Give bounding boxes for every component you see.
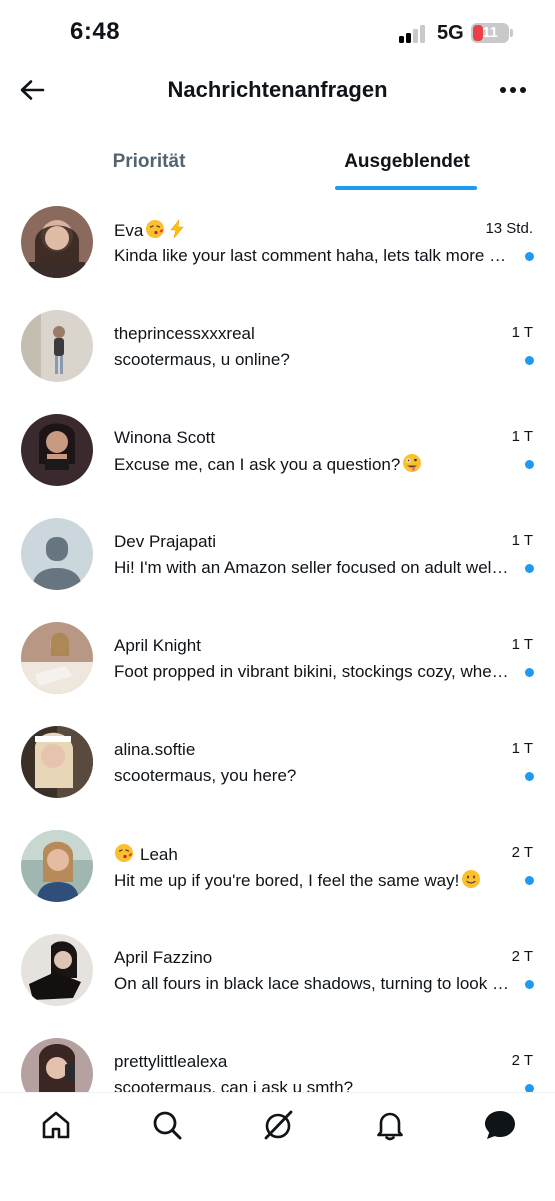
message-time: 2 T xyxy=(511,948,533,965)
sender-name: theprincessxxxreal xyxy=(114,324,255,343)
message-time: 2 T xyxy=(511,844,533,861)
message-time: 1 T xyxy=(511,324,533,341)
page-title: Nachrichtenanfragen xyxy=(167,77,388,102)
tab-hidden[interactable]: Ausgeblendet xyxy=(318,140,496,190)
message-time: 1 T xyxy=(511,532,533,549)
network-type: 5G xyxy=(437,22,464,44)
avatar xyxy=(21,310,93,382)
sender-name: Winona Scott xyxy=(114,428,216,447)
sender-name: prettylittlealexa xyxy=(114,1052,228,1071)
message-preview: scootermaus, can i ask u smth? xyxy=(114,1078,354,1092)
unread-dot xyxy=(525,460,534,469)
unread-dot xyxy=(525,356,534,365)
list-item[interactable]: Winona Scott 1 T Excuse me, can I ask yo… xyxy=(0,408,555,512)
message-time: 2 T xyxy=(511,1052,533,1069)
avatar xyxy=(21,414,93,486)
sender-name: Leah xyxy=(140,845,178,864)
active-tab-indicator xyxy=(335,186,477,190)
unread-dot xyxy=(525,564,534,573)
tab-bar: Priorität Ausgeblendet xyxy=(0,140,555,190)
sender-name: alina.softie xyxy=(114,740,196,759)
list-item[interactable]: April Knight 1 T Foot propped in vibrant… xyxy=(0,616,555,720)
list-item[interactable]: Eva 13 Std. Kinda like your last comment… xyxy=(0,200,555,304)
unread-dot xyxy=(525,1084,534,1092)
notifications-icon[interactable] xyxy=(372,1107,408,1143)
list-item[interactable]: Dev Prajapati 1 T Hi! I'm with an Amazon… xyxy=(0,512,555,616)
back-arrow-icon[interactable] xyxy=(18,76,46,104)
kiss-emoji-icon xyxy=(145,219,165,245)
avatar xyxy=(21,206,93,278)
message-preview: Foot propped in vibrant bikini, stocking… xyxy=(114,662,512,681)
message-preview: Excuse me, can I ask you a question? xyxy=(114,455,401,474)
list-item[interactable]: prettylittlealexa 2 T scootermaus, can i… xyxy=(0,1032,555,1092)
sender-name: April Knight xyxy=(114,636,201,655)
home-icon[interactable] xyxy=(38,1107,74,1143)
battery-level: 11 xyxy=(482,24,498,41)
message-time: 1 T xyxy=(511,636,533,653)
message-preview: Kinda like your last comment haha, lets … xyxy=(114,246,512,265)
sender-name: April Fazzino xyxy=(114,948,213,967)
lightning-emoji-icon xyxy=(169,218,185,245)
battery-icon: 11 xyxy=(471,23,509,43)
message-time: 13 Std. xyxy=(485,220,533,237)
message-preview: scootermaus, u online? xyxy=(114,350,290,369)
tab-priority[interactable]: Priorität xyxy=(60,140,238,190)
status-time: 6:48 xyxy=(70,18,121,45)
list-item[interactable]: theprincessxxxreal 1 T scootermaus, u on… xyxy=(0,304,555,408)
smile-emoji-icon xyxy=(461,869,481,895)
avatar xyxy=(21,726,93,798)
message-preview: Hit me up if you're bored, I feel the sa… xyxy=(114,871,460,890)
unread-dot xyxy=(525,980,534,989)
message-preview: Hi! I'm with an Amazon seller focused on… xyxy=(114,558,512,577)
avatar xyxy=(21,622,93,694)
unread-dot xyxy=(525,668,534,677)
kiss-emoji-icon xyxy=(114,843,134,869)
avatar xyxy=(21,934,93,1006)
more-options-icon[interactable] xyxy=(496,76,530,104)
grok-icon[interactable] xyxy=(260,1107,296,1143)
search-icon[interactable] xyxy=(149,1107,185,1143)
sender-name: Eva xyxy=(114,221,144,240)
unread-dot xyxy=(525,252,534,261)
message-preview: scootermaus, you here? xyxy=(114,766,297,785)
bottom-navigation xyxy=(0,1092,555,1201)
unread-dot xyxy=(525,772,534,781)
list-item[interactable]: Leah 2 T Hit me up if you're bored, I fe… xyxy=(0,824,555,928)
message-time: 1 T xyxy=(511,428,533,445)
cellular-signal-icon xyxy=(399,23,429,43)
avatar xyxy=(21,1038,93,1092)
messages-icon[interactable] xyxy=(482,1107,518,1143)
default-avatar-icon xyxy=(21,518,93,590)
zany-face-emoji-icon xyxy=(402,453,422,479)
message-request-list: Eva 13 Std. Kinda like your last comment… xyxy=(0,200,555,1092)
list-item[interactable]: April Fazzino 2 T On all fours in black … xyxy=(0,928,555,1032)
unread-dot xyxy=(525,876,534,885)
avatar xyxy=(21,830,93,902)
message-time: 1 T xyxy=(511,740,533,757)
sender-name: Dev Prajapati xyxy=(114,532,217,551)
message-preview: On all fours in black lace shadows, turn… xyxy=(114,974,512,993)
list-item[interactable]: alina.softie 1 T scootermaus, you here? xyxy=(0,720,555,824)
status-bar: 6:48 5G 11 xyxy=(0,0,555,66)
